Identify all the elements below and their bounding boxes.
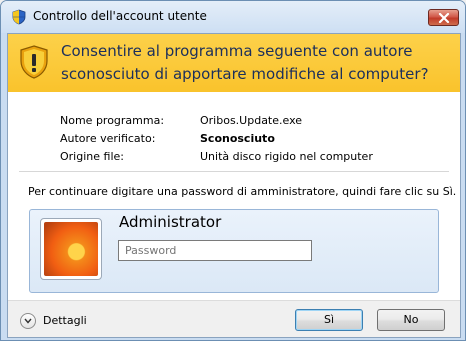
banner-message: Consentire al programma seguente con aut… (61, 42, 429, 83)
chevron-down-icon (24, 318, 32, 324)
details-toggle-label[interactable]: Dettagli (43, 314, 87, 327)
password-input[interactable] (118, 240, 312, 261)
detail-label: Autore verificato: (60, 132, 156, 145)
title-bar: Controllo dell'account utente (1, 1, 465, 33)
detail-row: Nome programma: Oribos.Update.exe (60, 114, 440, 132)
uac-shield-icon (11, 9, 27, 25)
dialog-body: Consentire al programma seguente con aut… (7, 33, 461, 338)
warning-shield-icon (18, 44, 50, 80)
detail-label: Nome programma: (60, 114, 165, 127)
warning-banner: Consentire al programma seguente con aut… (8, 34, 460, 92)
flower-picture-icon (44, 222, 98, 276)
detail-value: Oribos.Update.exe (200, 114, 303, 127)
detail-label: Origine file: (60, 150, 124, 163)
detail-value: Unità disco rigido nel computer (200, 150, 373, 163)
detail-value: Sconosciuto (200, 132, 275, 145)
uac-dialog: Controllo dell'account utente Consentire… (0, 0, 466, 341)
dialog-footer: Dettagli Sì No (8, 300, 460, 337)
credential-instruction: Per continuare digitare una password di … (28, 185, 457, 198)
divider (19, 171, 449, 172)
yes-button[interactable]: Sì (295, 309, 363, 331)
detail-row: Origine file: Unità disco rigido nel com… (60, 150, 440, 168)
user-avatar (40, 218, 102, 280)
window-title: Controllo dell'account utente (33, 9, 207, 23)
expand-details-button[interactable] (20, 313, 36, 329)
close-icon (438, 13, 450, 23)
program-details: Nome programma: Oribos.Update.exe Autore… (60, 114, 440, 168)
username-label: Administrator (119, 213, 222, 231)
close-button[interactable] (428, 9, 459, 26)
no-button[interactable]: No (377, 309, 445, 331)
detail-row: Autore verificato: Sconosciuto (60, 132, 440, 150)
credential-tile[interactable]: Administrator (29, 209, 439, 293)
